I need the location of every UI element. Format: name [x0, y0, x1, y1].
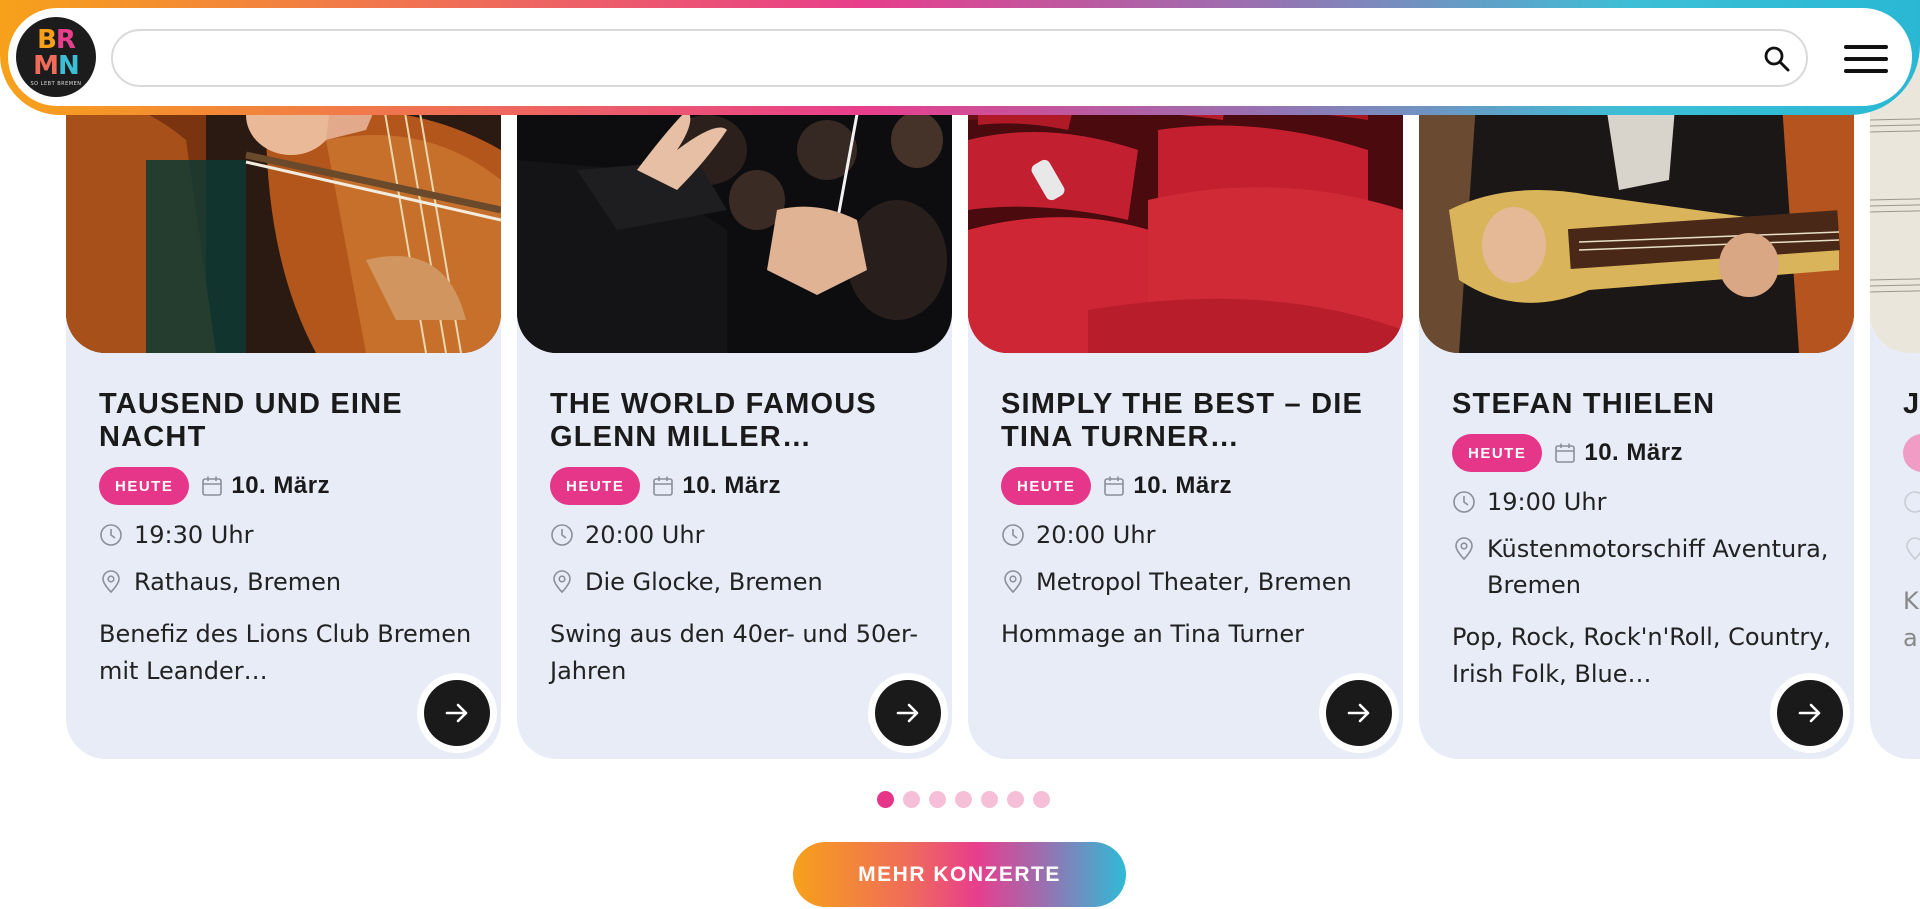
more-concerts-button[interactable]: MEHR KONZERTE [793, 842, 1126, 907]
event-card[interactable]: STEFAN THIELEN HEUTE 10. März 19:00 Uhr … [1419, 60, 1854, 759]
search-icon [1764, 46, 1790, 72]
carousel-pagination [877, 791, 1050, 808]
event-description-line: a [1903, 624, 1918, 652]
arrow-right-icon [445, 703, 468, 723]
clock-icon [99, 517, 123, 553]
event-location: Rathaus, Bremen [134, 568, 342, 596]
event-location: Küstenmotorschiff Aventura, Bremen [1487, 535, 1829, 599]
open-event-button[interactable] [1777, 680, 1843, 746]
brmn-logo[interactable]: BR MN SO LEBT BREMEN [16, 17, 96, 97]
event-title[interactable]: JU [1903, 388, 1920, 421]
event-title[interactable]: THE WORLD FAMOUS GLENN MILLER… [550, 388, 930, 454]
hamburger-menu-icon [1844, 57, 1888, 61]
open-event-button[interactable] [1326, 680, 1392, 746]
arrow-right-icon [1798, 703, 1821, 723]
carousel-dot[interactable] [877, 791, 894, 808]
event-date: 10. März [1133, 472, 1233, 499]
location-pin-icon [1903, 531, 1920, 567]
event-description: Hommage an Tina Turner [1001, 620, 1305, 648]
event-description-line: K [1903, 587, 1919, 615]
event-card[interactable]: SIMPLY THE BEST – DIE TINA TURNER… HEUTE… [968, 60, 1403, 759]
today-badge: HEUTE [1452, 434, 1543, 472]
event-time: 19:30 Uhr [134, 521, 254, 549]
calendar-icon [1104, 476, 1125, 496]
event-card-partial[interactable]: JU K a [1870, 60, 1920, 759]
clock-icon [550, 517, 574, 553]
hamburger-menu-icon [1844, 69, 1888, 73]
carousel-dot[interactable] [955, 791, 972, 808]
today-badge: HEUTE [99, 467, 190, 505]
event-title[interactable]: SIMPLY THE BEST – DIE TINA TURNER… [1001, 388, 1381, 454]
event-card[interactable]: THE WORLD FAMOUS GLENN MILLER… HEUTE 10.… [517, 60, 952, 759]
clock-icon [1452, 484, 1476, 520]
carousel-dot[interactable] [1033, 791, 1050, 808]
header-bar: BR MN SO LEBT BREMEN [8, 8, 1912, 106]
hamburger-menu-button[interactable] [1842, 42, 1890, 76]
event-date: 10. März [231, 472, 331, 499]
event-title[interactable]: STEFAN THIELEN [1452, 388, 1832, 421]
hamburger-menu-icon [1844, 45, 1888, 49]
location-pin-icon [1452, 531, 1476, 567]
logo-tagline: SO LEBT BREMEN [30, 81, 82, 87]
carousel-dot[interactable] [903, 791, 920, 808]
carousel-dot[interactable] [929, 791, 946, 808]
event-time: 20:00 Uhr [585, 521, 705, 549]
event-card[interactable]: TAUSEND UND EINE NACHT HEUTE 10. März 19… [66, 60, 501, 759]
calendar-icon [1555, 443, 1576, 463]
arrow-right-icon [896, 703, 919, 723]
event-location: Die Glocke, Bremen [585, 568, 823, 596]
event-carousel: TAUSEND UND EINE NACHT HEUTE 10. März 19… [0, 0, 1920, 770]
calendar-icon [202, 476, 223, 496]
event-date: 10. März [1584, 439, 1684, 466]
today-badge: HEUTE [550, 467, 641, 505]
event-location: Metropol Theater, Bremen [1036, 568, 1352, 596]
open-event-button[interactable] [424, 680, 490, 746]
clock-icon [1903, 484, 1920, 520]
carousel-dot[interactable] [981, 791, 998, 808]
today-badge [1903, 434, 1920, 472]
event-description: Pop, Rock, Rock'n'Roll, Country, Irish F… [1452, 623, 1832, 688]
arrow-right-icon [1347, 703, 1370, 723]
clock-icon [1001, 517, 1025, 553]
search-button[interactable] [1760, 42, 1794, 76]
event-date: 10. März [682, 472, 782, 499]
today-badge: HEUTE [1001, 467, 1092, 505]
site-header: BR MN SO LEBT BREMEN [0, 0, 1920, 115]
search-input[interactable] [111, 29, 1808, 87]
location-pin-icon [550, 564, 574, 600]
event-time: 20:00 Uhr [1036, 521, 1156, 549]
event-time: 19:00 Uhr [1487, 488, 1607, 516]
calendar-icon [653, 476, 674, 496]
location-pin-icon [1001, 564, 1025, 600]
location-pin-icon [99, 564, 123, 600]
carousel-dot[interactable] [1007, 791, 1024, 808]
event-description: Swing aus den 40er- und 50er-Jahren [550, 620, 919, 685]
open-event-button[interactable] [875, 680, 941, 746]
event-title[interactable]: TAUSEND UND EINE NACHT [99, 388, 479, 454]
event-description: Benefiz des Lions Club Bremen mit Leande… [99, 620, 472, 685]
